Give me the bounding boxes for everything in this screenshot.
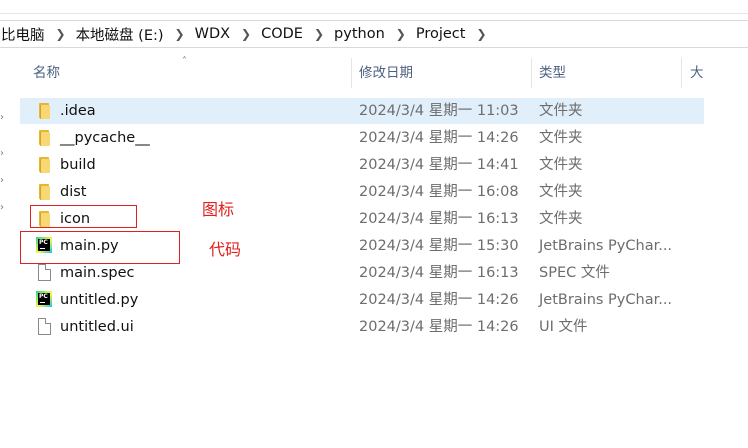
breadcrumb-python[interactable]: python (332, 26, 387, 42)
annotation-label-code: 代码 (209, 240, 242, 259)
column-header: 名称 修改日期 类型 大 (20, 58, 748, 88)
file-date: 2024/3/4 星期一 11:03 (359, 103, 519, 119)
file-date: 2024/3/4 星期一 16:13 (359, 265, 519, 281)
expand-arrow-icon[interactable]: › (0, 112, 4, 123)
file-name: build (60, 157, 96, 173)
breadcrumb-drive-e[interactable]: 本地磁盘 (E:) (74, 24, 166, 45)
breadcrumb-this-pc[interactable]: 比电脑 (0, 24, 47, 45)
file-date: 2024/3/4 星期一 14:26 (359, 130, 519, 146)
expand-arrow-icon[interactable]: › (0, 175, 4, 186)
chevron-right-icon[interactable]: ❯ (467, 27, 494, 41)
chevron-right-icon[interactable]: ❯ (305, 27, 332, 41)
file-type: JetBrains PyChar... (539, 292, 673, 308)
chevron-right-icon[interactable]: ❯ (232, 27, 259, 41)
file-row-pycache[interactable]: __pycache__ 2024/3/4 星期一 14:26 文件夹 (20, 125, 704, 151)
pycharm-file-icon: PC (36, 291, 52, 308)
file-type: SPEC 文件 (539, 265, 610, 281)
top-strip (0, 0, 748, 14)
column-date-modified[interactable]: 修改日期 (359, 58, 413, 88)
annotation-box-icon-folder (30, 205, 137, 228)
chevron-right-icon[interactable]: ❯ (387, 27, 414, 41)
file-row-dist[interactable]: dist 2024/3/4 星期一 16:08 文件夹 (20, 179, 704, 205)
file-date: 2024/3/4 星期一 16:08 (359, 184, 519, 200)
file-type: 文件夹 (539, 184, 583, 200)
column-name[interactable]: 名称 (33, 58, 60, 88)
file-row-untitled-ui[interactable]: untitled.ui 2024/3/4 星期一 14:26 UI 文件 (20, 314, 704, 340)
file-date: 2024/3/4 星期一 14:41 (359, 157, 519, 173)
file-row-idea[interactable]: .idea 2024/3/4 星期一 11:03 文件夹 (20, 98, 704, 124)
breadcrumb-wdx[interactable]: WDX (193, 26, 232, 42)
file-name: untitled.py (60, 292, 139, 308)
expand-arrow-icon[interactable]: › (0, 202, 4, 213)
chevron-right-icon[interactable]: ❯ (166, 27, 193, 41)
folder-icon (36, 102, 52, 119)
column-divider[interactable] (681, 58, 682, 88)
navigation-pane-edge: › › › › (0, 56, 16, 448)
column-type[interactable]: 类型 (539, 58, 566, 88)
expand-arrow-icon[interactable]: › (0, 148, 4, 159)
file-name: __pycache__ (60, 130, 150, 146)
file-date: 2024/3/4 星期一 14:26 (359, 292, 519, 308)
file-type: 文件夹 (539, 130, 583, 146)
divider (0, 13, 748, 14)
annotation-box-main-py (20, 231, 180, 264)
file-date: 2024/3/4 星期一 14:26 (359, 319, 519, 335)
file-row-build[interactable]: build 2024/3/4 星期一 14:41 文件夹 (20, 152, 704, 178)
file-icon (36, 318, 52, 335)
address-bar[interactable]: 比电脑 ❯ 本地磁盘 (E:) ❯ WDX ❯ CODE ❯ python ❯ … (0, 20, 748, 48)
file-type: 文件夹 (539, 157, 583, 173)
breadcrumb-project[interactable]: Project (414, 26, 468, 42)
file-name: .idea (60, 103, 96, 119)
file-type: JetBrains PyChar... (539, 238, 673, 254)
folder-icon (36, 156, 52, 173)
file-icon (36, 264, 52, 281)
column-divider[interactable] (351, 58, 352, 88)
breadcrumb-code[interactable]: CODE (259, 26, 305, 42)
file-type: UI 文件 (539, 319, 588, 335)
annotation-label-icon: 图标 (202, 200, 235, 219)
column-size[interactable]: 大 (690, 58, 704, 88)
file-type: 文件夹 (539, 103, 583, 119)
file-date: 2024/3/4 星期一 15:30 (359, 238, 519, 254)
folder-icon (36, 183, 52, 200)
file-name: untitled.ui (60, 319, 134, 335)
file-row-untitled-py[interactable]: PC untitled.py 2024/3/4 星期一 14:26 JetBra… (20, 287, 704, 313)
file-name: dist (60, 184, 87, 200)
file-date: 2024/3/4 星期一 16:13 (359, 211, 519, 227)
file-type: 文件夹 (539, 211, 583, 227)
chevron-right-icon[interactable]: ❯ (47, 27, 74, 41)
folder-icon (36, 129, 52, 146)
column-divider[interactable] (531, 58, 532, 88)
